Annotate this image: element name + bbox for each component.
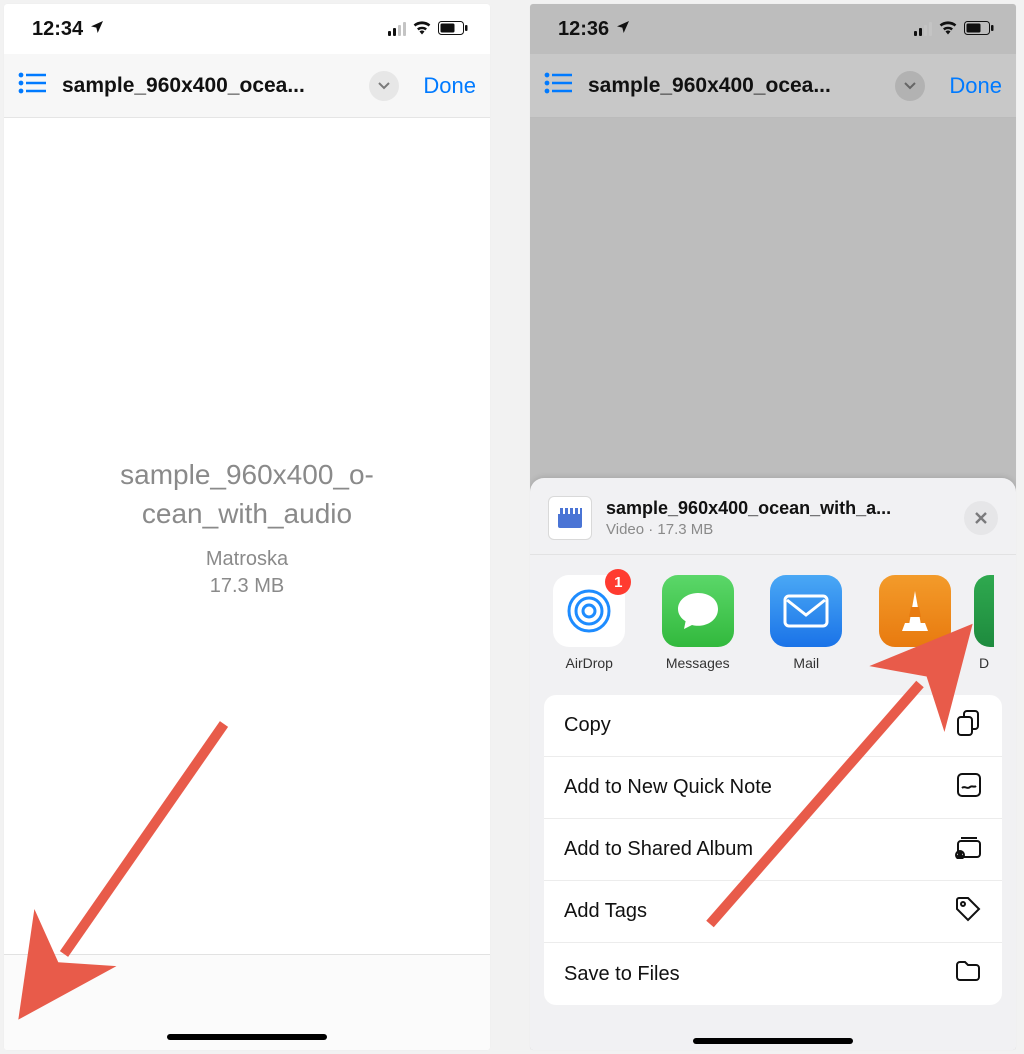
action-label: Add to Shared Album [564, 838, 753, 861]
done-button[interactable]: Done [949, 73, 1002, 99]
share-button[interactable] [22, 986, 48, 1003]
folder-icon [954, 959, 982, 989]
file-size: 17.3 MB [210, 575, 284, 598]
title-chevron-button[interactable] [895, 71, 925, 101]
action-add-tags[interactable]: Add Tags [544, 881, 1002, 943]
wifi-icon [412, 18, 432, 41]
file-preview-info: sample_960x400_o- cean_with_audio Matros… [4, 4, 490, 1050]
action-label: Add to New Quick Note [564, 776, 772, 799]
app-vlc[interactable]: VLC [878, 575, 953, 671]
location-icon [89, 18, 105, 41]
wifi-icon [938, 18, 958, 41]
nav-bar: sample_960x400_ocea... Done [4, 54, 490, 118]
status-time: 12:34 [32, 18, 83, 41]
file-name-line2: cean_with_audio [142, 498, 352, 529]
action-label: Copy [564, 714, 611, 737]
app-label: Mail [793, 655, 819, 671]
battery-icon [964, 18, 994, 41]
action-shared-album[interactable]: Add to Shared Album [544, 819, 1002, 881]
screenshot-left: 12:34 sample_960x400_ocea... [4, 4, 490, 1050]
share-sheet-title: sample_960x400_ocean_with_a... [606, 498, 950, 519]
action-copy[interactable]: Copy [544, 695, 1002, 757]
action-label: Save to Files [564, 963, 680, 986]
share-sheet: sample_960x400_ocean_with_a... Video · 1… [530, 478, 1016, 1050]
partial-app-icon [974, 575, 994, 647]
battery-icon [438, 18, 468, 41]
file-title: sample_960x400_ocea... [62, 74, 355, 98]
share-apps-row[interactable]: 1 AirDrop Messages Mail [530, 555, 1016, 685]
bottom-toolbar [4, 954, 490, 1050]
action-label: Add Tags [564, 900, 647, 923]
file-thumbnail-icon [548, 496, 592, 540]
location-icon [615, 18, 631, 41]
app-label: D [974, 655, 994, 671]
file-name-line1: sample_960x400_o- [120, 459, 374, 490]
home-indicator [693, 1038, 853, 1044]
list-icon[interactable] [544, 71, 574, 100]
file-title: sample_960x400_ocea... [588, 74, 881, 98]
sharedalbum-icon [954, 835, 982, 865]
nav-bar: sample_960x400_ocea... Done [530, 54, 1016, 118]
close-button[interactable] [964, 501, 998, 535]
status-bar: 12:34 [4, 4, 490, 54]
app-airdrop[interactable]: 1 AirDrop [552, 575, 627, 671]
app-label: Messages [666, 655, 730, 671]
cellular-signal-icon [388, 22, 406, 36]
file-format: Matroska [206, 548, 288, 571]
badge: 1 [605, 569, 631, 595]
action-quick-note[interactable]: Add to New Quick Note [544, 757, 1002, 819]
done-button[interactable]: Done [423, 73, 476, 99]
share-sheet-header: sample_960x400_ocean_with_a... Video · 1… [530, 478, 1016, 555]
status-time: 12:36 [558, 18, 609, 41]
app-label: VLC [901, 655, 928, 671]
status-bar: 12:36 [530, 4, 1016, 54]
airdrop-icon: 1 [553, 575, 625, 647]
share-sheet-subtitle: Video · 17.3 MB [606, 521, 950, 538]
share-actions-list: Copy Add to New Quick Note Add to Shared… [544, 695, 1002, 1005]
mail-icon [770, 575, 842, 647]
copy-icon [956, 709, 982, 743]
app-messages[interactable]: Messages [661, 575, 736, 671]
annotation-arrow-left [44, 704, 244, 989]
app-label: AirDrop [566, 655, 613, 671]
app-partial[interactable]: D [974, 575, 994, 671]
title-chevron-button[interactable] [369, 71, 399, 101]
vlc-icon [879, 575, 951, 647]
action-save-files[interactable]: Save to Files [544, 943, 1002, 1005]
screenshot-right: 12:36 sample_960x400_ocea... [530, 4, 1016, 1050]
messages-icon [662, 575, 734, 647]
list-icon[interactable] [18, 71, 48, 100]
tag-icon [954, 895, 982, 929]
quicknote-icon [956, 772, 982, 804]
home-indicator [167, 1034, 327, 1040]
cellular-signal-icon [914, 22, 932, 36]
app-mail[interactable]: Mail [769, 575, 844, 671]
